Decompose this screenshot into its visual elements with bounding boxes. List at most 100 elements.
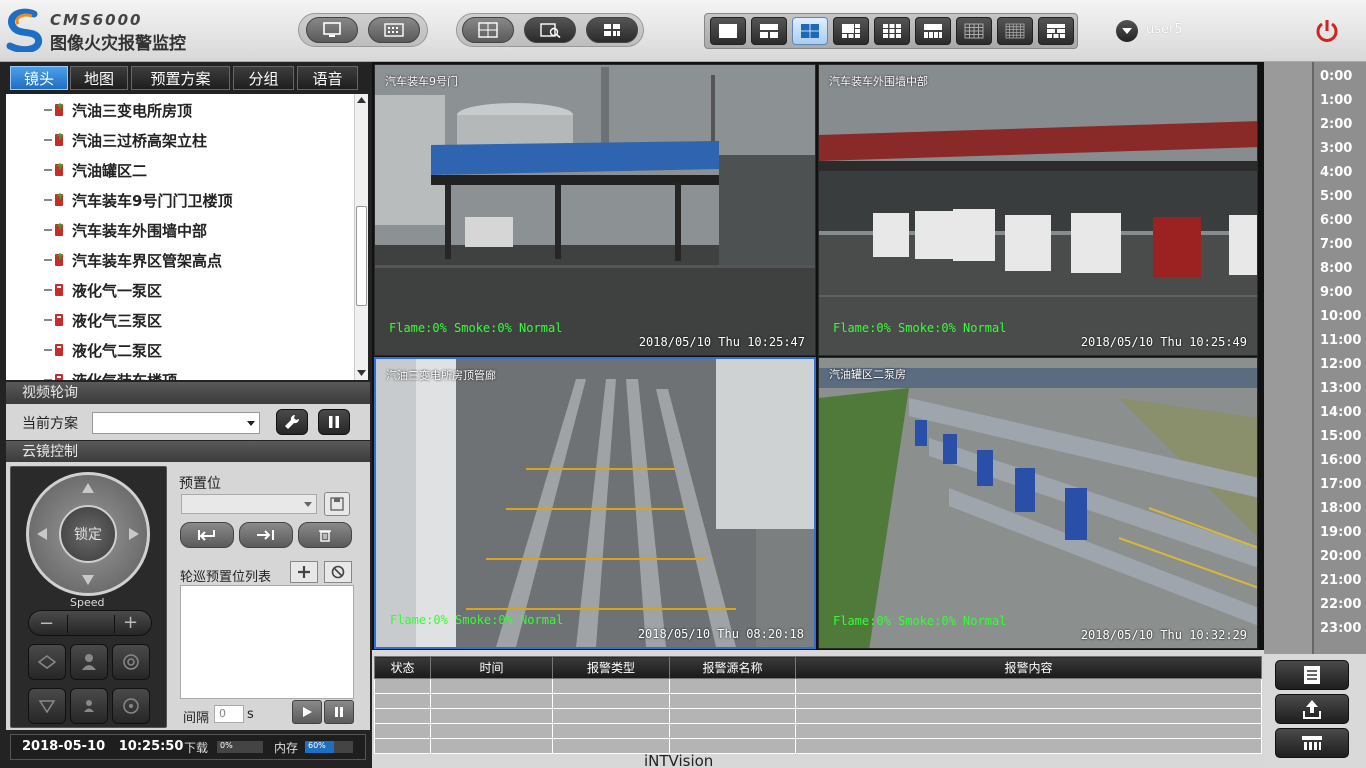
timeline-hour-label: 6:00 — [1320, 213, 1353, 228]
col-alarm-type[interactable]: 报警类型 — [552, 656, 670, 679]
video-timestamp: 2018/05/10 Thu 10:25:47 — [638, 335, 805, 349]
tree-connector — [44, 319, 52, 321]
layout-25-button[interactable] — [997, 17, 1033, 45]
video-pane-3[interactable]: 汽油三变电所房顶管廊 Flame:0% Smoke:0% Normal 2018… — [374, 357, 816, 649]
camera-tree-item[interactable]: 汽车装车外围墙中部 — [6, 215, 354, 245]
monitor-view-button[interactable] — [306, 17, 358, 43]
tour-pause-button[interactable] — [318, 409, 350, 435]
camera-tree-item[interactable]: 汽车装车9号门门卫楼顶 — [6, 185, 354, 215]
return-arrow-icon — [198, 530, 215, 541]
ptz-joystick[interactable]: 锁定 — [26, 472, 150, 596]
video-pane-1[interactable]: 汽车装车9号门 Flame:0% Smoke:0% Normal 2018/05… — [374, 64, 816, 356]
patrol-preset-list[interactable] — [180, 585, 354, 699]
focus-far-button[interactable] — [112, 688, 150, 724]
add-patrol-button[interactable] — [290, 561, 318, 583]
tab-camera[interactable]: 镜头 — [10, 66, 68, 90]
lock-button[interactable]: 锁定 — [59, 505, 117, 563]
download-value: 0% — [220, 741, 233, 750]
speed-increase-button[interactable]: + — [123, 612, 138, 633]
layout-9-icon — [883, 24, 901, 38]
scroll-down-icon[interactable] — [357, 370, 366, 376]
power-button[interactable] — [1312, 16, 1342, 46]
alarm-row[interactable] — [374, 693, 1262, 709]
arrow-right-icon[interactable] — [129, 528, 139, 540]
alarm-cell — [374, 738, 431, 754]
device-config-button[interactable] — [586, 17, 638, 43]
camera-tree-item[interactable]: 汽油罐区二 — [6, 155, 354, 185]
memory-label: 内存 — [274, 741, 299, 755]
iris-open-button[interactable] — [28, 688, 66, 724]
user-menu-button[interactable] — [1116, 20, 1138, 42]
pause-icon — [329, 416, 339, 428]
video-pane-2[interactable]: 汽车装车外围墙中部 Flame:0% Smoke:0% Normal 2018/… — [818, 64, 1258, 356]
scheme-settings-button[interactable] — [276, 409, 308, 435]
alarm-clear-button[interactable] — [1275, 728, 1349, 758]
camera-tree-item[interactable]: 液化气一泵区 — [6, 275, 354, 305]
alarm-log-button[interactable] — [1275, 660, 1349, 690]
speed-slider[interactable] — [67, 615, 115, 633]
layout-9-button[interactable] — [874, 17, 910, 45]
camera-tree-item[interactable]: 汽油三过桥高架立柱 — [6, 125, 354, 155]
alarm-cell — [430, 693, 553, 709]
remove-patrol-button[interactable] — [324, 561, 352, 583]
layout-16-button[interactable] — [956, 17, 992, 45]
layout-8-button[interactable] — [915, 17, 951, 45]
alarm-row[interactable] — [374, 708, 1262, 724]
camera-status-icon — [55, 314, 63, 326]
camera-tree-item[interactable]: 液化气三泵区 — [6, 305, 354, 335]
alarm-export-button[interactable] — [1275, 694, 1349, 724]
arrow-up-icon[interactable] — [82, 483, 94, 493]
tree-scrollbar[interactable] — [354, 94, 368, 380]
tab-voice[interactable]: 语音 — [297, 66, 358, 90]
patrol-play-button[interactable] — [292, 700, 322, 724]
alarm-row[interactable] — [374, 738, 1262, 754]
camera-tree-label: 汽油三过桥高架立柱 — [72, 131, 208, 150]
arrow-left-icon[interactable] — [37, 528, 47, 540]
col-alarm-content[interactable]: 报警内容 — [795, 656, 1262, 679]
camera-tree-item[interactable]: 液化气装车楼顶 — [6, 365, 354, 380]
timeline-hour-label: 16:00 — [1320, 453, 1362, 468]
col-time[interactable]: 时间 — [430, 656, 553, 679]
alarm-row[interactable] — [374, 678, 1262, 694]
scroll-thumb[interactable] — [356, 206, 367, 306]
grid-view-button[interactable] — [462, 17, 514, 43]
timeline-hour-label: 3:00 — [1320, 141, 1353, 156]
patrol-pause-button[interactable] — [324, 700, 354, 724]
playback-search-button[interactable] — [524, 17, 576, 43]
power-icon — [1316, 20, 1338, 42]
tab-presets[interactable]: 预置方案 — [131, 66, 230, 90]
keypad-view-button[interactable] — [368, 17, 420, 43]
layout-6-button[interactable] — [833, 17, 869, 45]
scroll-up-icon[interactable] — [357, 97, 366, 103]
speed-decrease-button[interactable]: − — [39, 613, 54, 634]
alarm-row[interactable] — [374, 723, 1262, 739]
layout-4-button[interactable] — [792, 17, 828, 45]
camera-tree-item[interactable]: 汽车装车界区管架高点 — [6, 245, 354, 275]
tab-group[interactable]: 分组 — [233, 66, 294, 90]
tab-map[interactable]: 地图 — [70, 66, 128, 90]
save-preset-button[interactable] — [324, 492, 350, 516]
goto-preset-button[interactable] — [180, 522, 234, 548]
camera-tree-item[interactable]: 液化气二泵区 — [6, 335, 354, 365]
video-pane-4[interactable]: 汽油罐区二泵房 Flame:0% Smoke:0% Normal 2018/05… — [818, 357, 1258, 649]
focus-near-button[interactable] — [112, 644, 150, 680]
camera-tree-item[interactable]: 汽油三变电所房顶 — [6, 95, 354, 125]
interval-input[interactable]: 0 — [214, 705, 244, 723]
alarm-cell — [795, 738, 1262, 754]
iris-close-button[interactable] — [28, 644, 66, 680]
col-source-name[interactable]: 报警源名称 — [669, 656, 796, 679]
zoom-in-button[interactable] — [70, 644, 108, 680]
layout-2-button[interactable] — [751, 17, 787, 45]
zoom-out-button[interactable] — [70, 688, 108, 724]
alarm-cell — [795, 708, 1262, 724]
arrow-down-icon[interactable] — [82, 575, 94, 585]
preset-select[interactable] — [181, 494, 317, 514]
delete-preset-button[interactable] — [298, 522, 352, 548]
col-status[interactable]: 状态 — [374, 656, 431, 679]
focus-far-icon — [123, 698, 139, 714]
layout-custom-button[interactable] — [1038, 17, 1074, 45]
timeline-hour-label: 23:00 — [1320, 621, 1362, 636]
next-preset-button[interactable] — [239, 522, 293, 548]
layout-1-button[interactable] — [710, 17, 746, 45]
scheme-select[interactable] — [92, 412, 260, 434]
